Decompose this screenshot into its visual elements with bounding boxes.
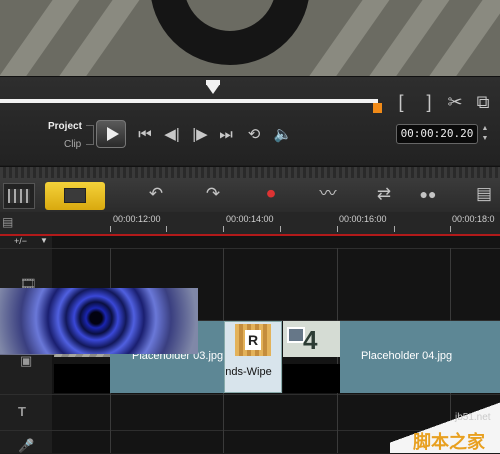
watermark-text: 脚本之家 [413,432,485,453]
timeline-clip[interactable]: Placeholder 04.jpg [340,321,500,393]
add-remove-track-button[interactable]: +/− [14,236,27,246]
overlay-track-icon[interactable]: ▣ [20,353,32,369]
timecode-display[interactable]: 00:00:20.20 [396,124,478,144]
ruler-tick [166,226,167,232]
mark-in-button[interactable]: [ [394,93,408,111]
clip-thumbnail[interactable] [283,364,340,393]
chevron-down-icon[interactable]: ▼ [40,236,48,245]
play-icon [107,127,119,141]
transition-clip[interactable]: R Blinds-Wipe [224,321,282,393]
home-icon[interactable]: ⏮ [135,127,155,143]
timeline-view-button[interactable] [45,182,105,210]
timecode-stepper[interactable]: ▲ ▼ [480,124,490,144]
transition-name: Blinds-Wipe [224,366,272,378]
scrubber-bar[interactable] [0,99,378,103]
clip-name: Placeholder 04.jpg [361,350,453,362]
ruler-label: 00:00:18:0 [452,214,495,224]
preview-frame-content [150,0,310,65]
project-mode-label[interactable]: Project [48,121,82,132]
clip-thumbnail[interactable]: 4 [283,321,340,357]
ruler-tick [110,226,111,232]
ruler-tick [280,226,281,232]
timecode-up-icon[interactable]: ▲ [480,124,490,134]
split-clip-icon[interactable]: ✂ [446,93,464,111]
timecode-down-icon[interactable]: ▼ [480,134,490,144]
transition-effect-preview [0,288,198,354]
motion-tracking-icon[interactable]: ●● [412,180,444,208]
timeline-icon [64,188,86,203]
ruler-tick [394,226,395,232]
ruler-label: 00:00:12:00 [113,214,161,224]
subtitle-editor-icon[interactable]: ▤ [468,180,500,208]
mark-out-button[interactable]: ] [422,93,436,111]
ruler-tick [450,226,451,232]
voice-track-icon[interactable]: 🎤 [18,438,34,454]
clip-thumbnail[interactable] [54,364,110,393]
track-manager-icon[interactable]: ▤ [2,215,13,229]
play-button[interactable] [96,120,126,148]
undo-icon[interactable]: ↶ [140,180,172,208]
watermark-site: jb51.net [455,412,491,423]
track-divider [0,394,500,395]
volume-icon[interactable]: 🔈 [272,127,294,143]
end-icon[interactable]: ⏭ [216,127,236,143]
ruler-tick [223,226,224,232]
auto-music-icon[interactable]: ⇄ [368,180,400,208]
video-preview [0,0,500,77]
track-divider [0,248,500,249]
transition-thumbnail: R [235,324,271,356]
ruler-label: 00:00:14:00 [226,214,274,224]
sound-mixer-icon[interactable]: 〰 [312,180,344,208]
ruler-label: 00:00:16:00 [339,214,387,224]
ruler-tick [337,226,338,232]
clip-mode-label[interactable]: Clip [64,139,81,150]
record-capture-icon[interactable]: ⏺ [255,180,287,208]
scrubber-handle-pointer[interactable] [206,84,220,94]
next-frame-icon[interactable]: |▶ [188,127,212,143]
thumbnail-number: 4 [303,325,318,355]
repeat-icon[interactable]: ⟲ [244,127,264,143]
storyboard-view-button[interactable] [3,183,35,209]
filmstrip-icon [8,189,30,203]
previous-frame-icon[interactable]: ◀| [160,127,184,143]
mode-switch-bracket [86,125,94,145]
redo-icon[interactable]: ↷ [197,180,229,208]
enlarge-preview-icon[interactable]: ⧉ [474,93,492,111]
title-track-icon[interactable]: T [18,404,26,419]
trim-marker[interactable] [373,103,382,113]
